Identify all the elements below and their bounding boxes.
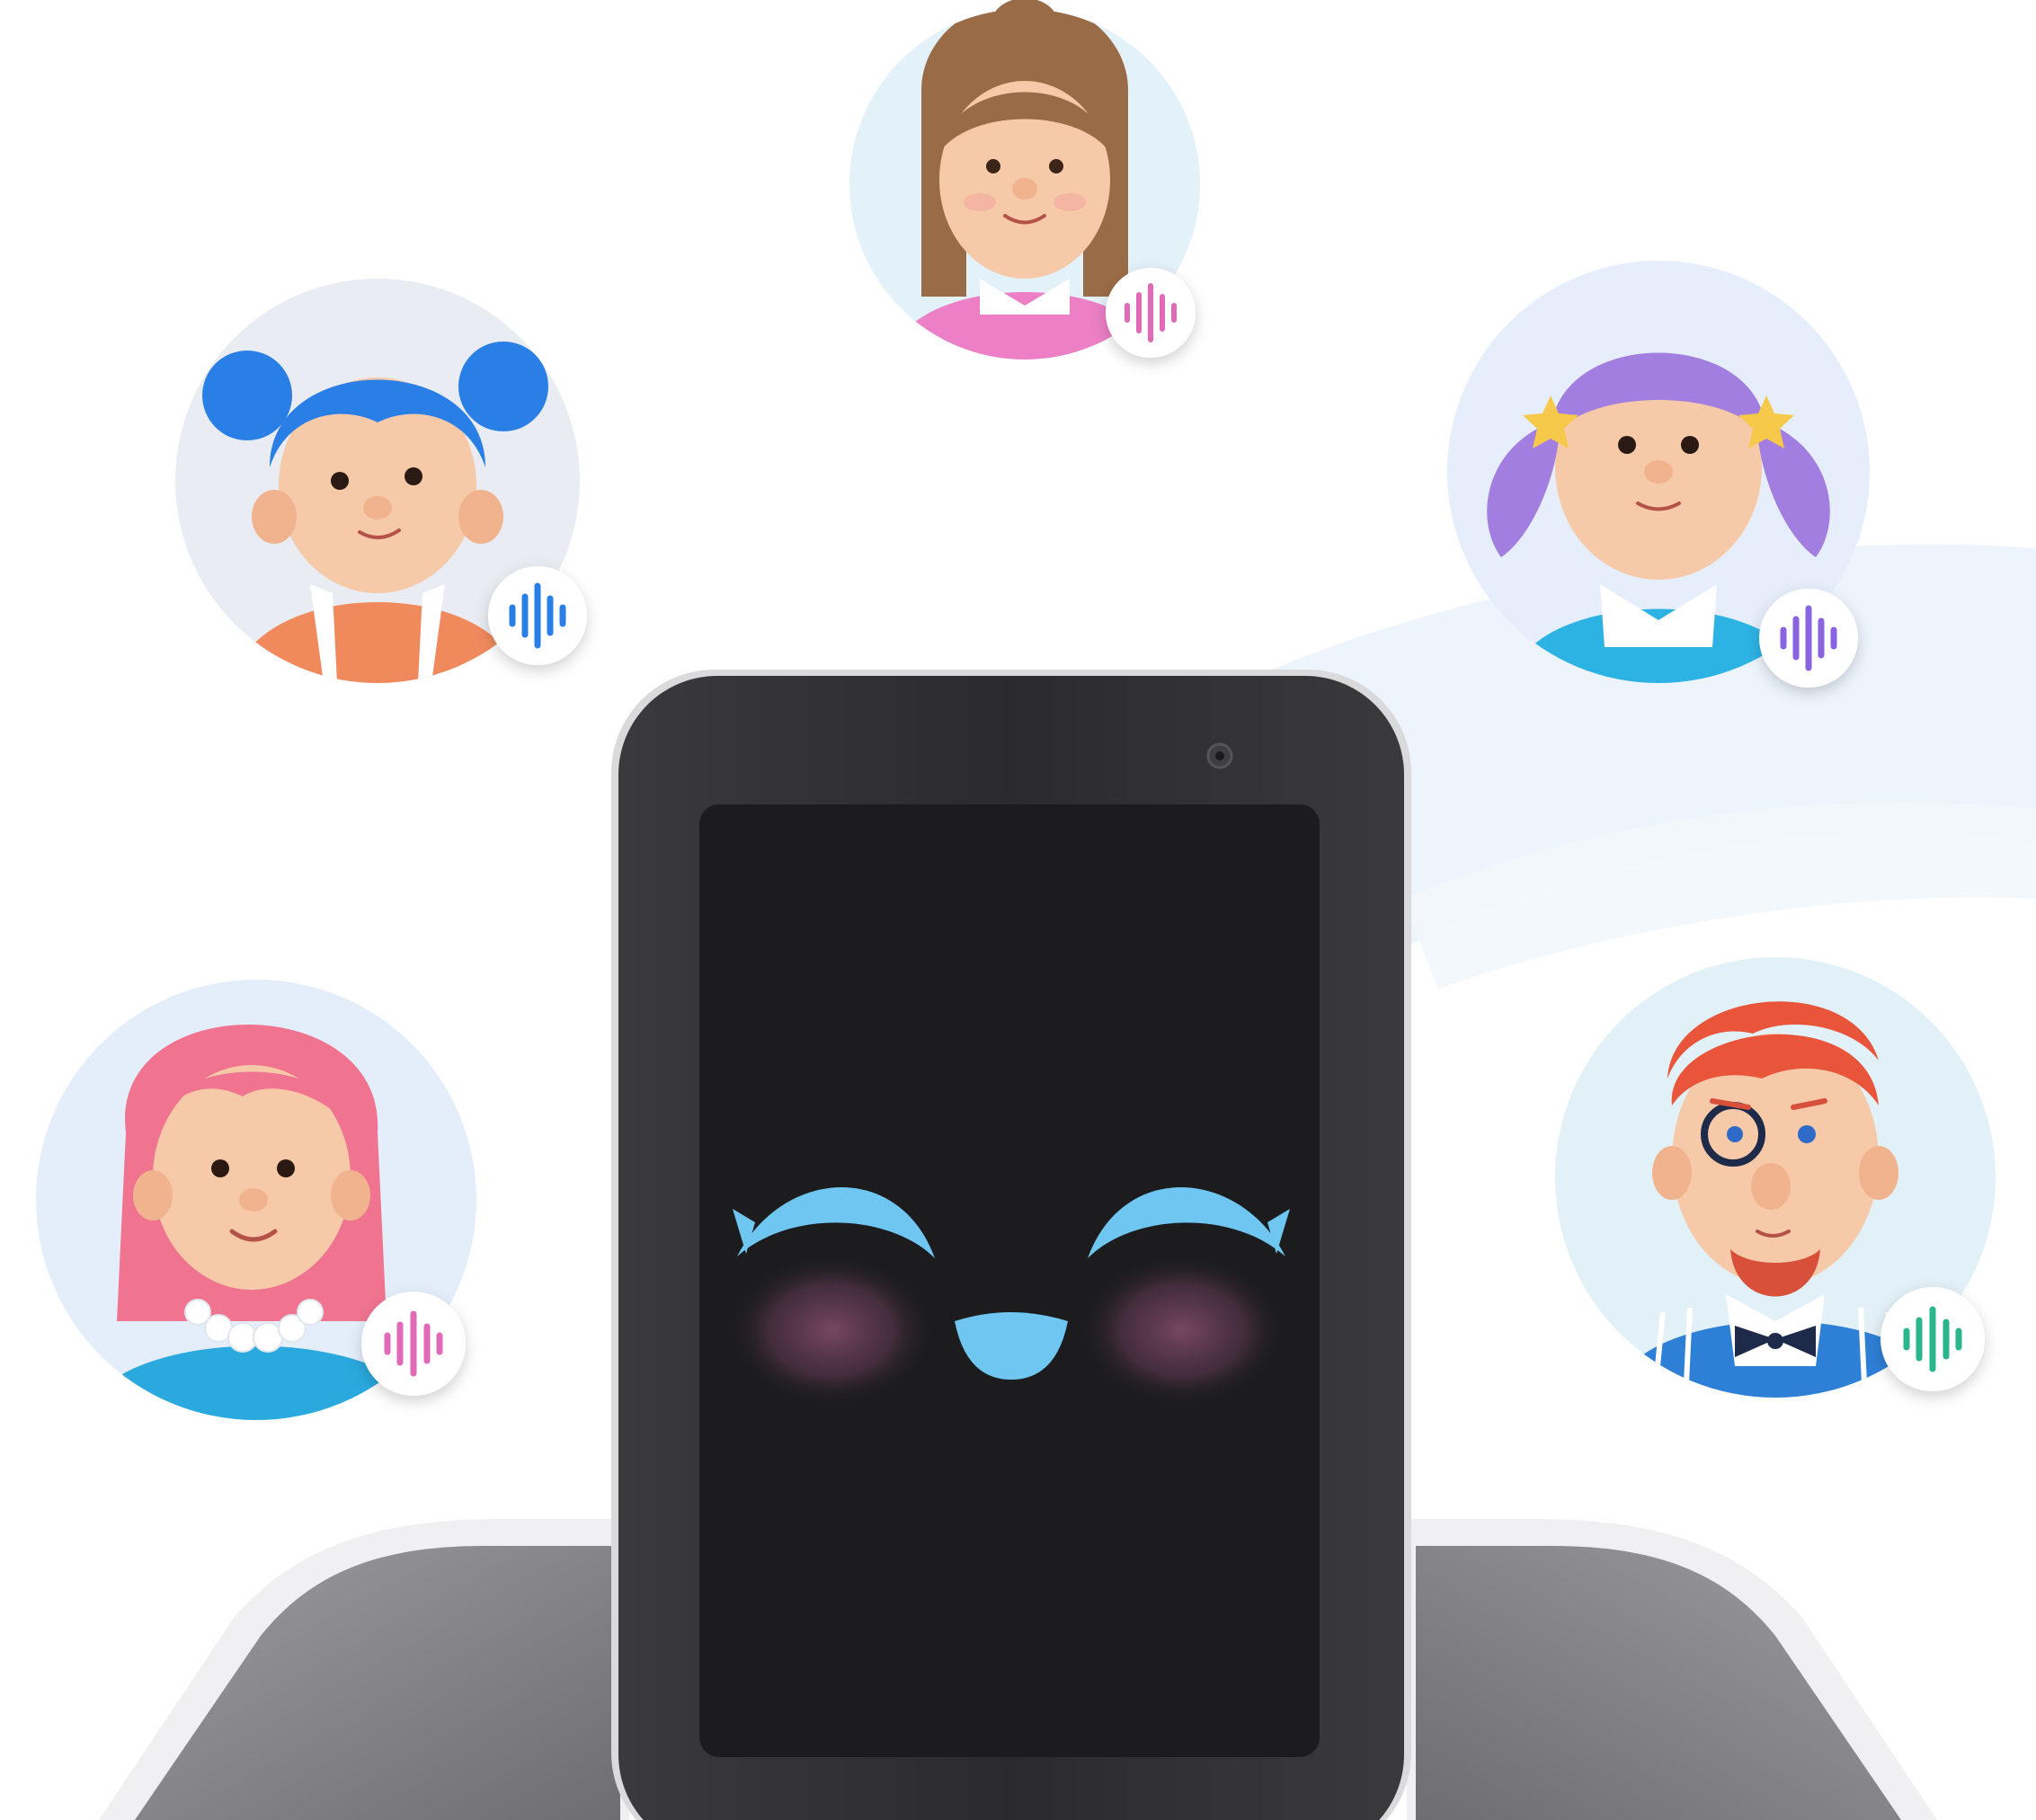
voice-wave-icon — [1759, 589, 1858, 688]
avatar-man-red-hair-monocle — [1555, 957, 1996, 1398]
voice-wave-icon — [1106, 268, 1196, 358]
illustration-canvas — [0, 0, 2036, 1820]
scene-svg — [36, 0, 2036, 1820]
right-cheek-blush — [1079, 1254, 1285, 1407]
avatar-woman-pink-hair-pearls — [36, 980, 476, 1420]
avatar-woman-brown-ponytail — [849, 0, 1200, 360]
voice-wave-icon — [488, 566, 587, 665]
voice-wave-icon — [361, 1292, 466, 1396]
left-cheek-blush — [728, 1254, 935, 1407]
avatar-girl-blue-buns — [175, 279, 587, 683]
voice-wave-icon — [1880, 1287, 1985, 1391]
